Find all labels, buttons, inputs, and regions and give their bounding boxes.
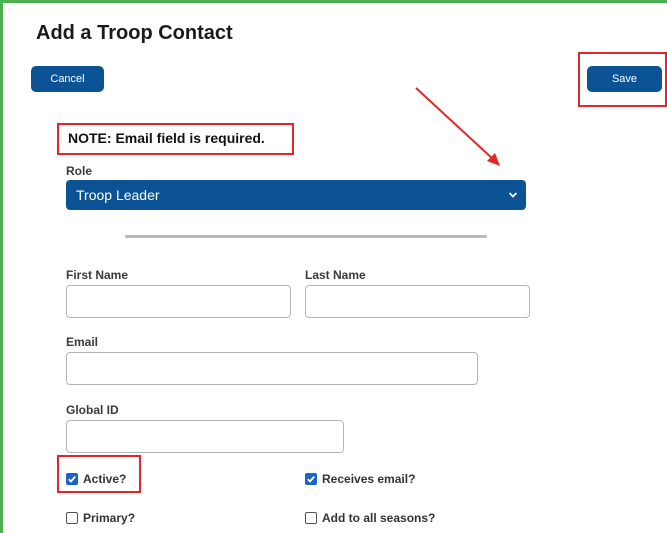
global-id-label: Global ID — [66, 403, 119, 417]
chevron-down-icon — [508, 180, 518, 221]
active-checkbox-label: Active? — [83, 472, 127, 486]
last-name-label: Last Name — [305, 268, 366, 282]
cancel-button[interactable]: Cancel — [31, 66, 104, 92]
primary-checkbox-label: Primary? — [83, 511, 136, 525]
add-to-all-seasons-checkbox[interactable]: Add to all seasons? — [305, 511, 435, 525]
section-divider — [125, 235, 487, 238]
role-label: Role — [66, 164, 93, 178]
receives-email-checkbox-label: Receives email? — [322, 472, 416, 486]
page-title: Add a Troop Contact — [36, 22, 233, 44]
add-to-all-seasons-checkbox-label: Add to all seasons? — [322, 511, 436, 525]
primary-checkbox[interactable]: Primary? — [66, 511, 135, 525]
active-checkbox[interactable]: Active? — [66, 472, 126, 486]
email-field[interactable] — [66, 352, 478, 385]
last-name-field[interactable] — [305, 285, 530, 318]
checkbox-unchecked-icon — [66, 512, 78, 524]
email-label: Email — [66, 335, 99, 349]
save-highlight-box — [578, 52, 667, 107]
checkbox-unchecked-icon — [305, 512, 317, 524]
checkbox-checked-icon — [305, 473, 317, 485]
role-selected-value: Troop Leader — [76, 187, 160, 203]
role-select[interactable]: Troop Leader — [66, 180, 526, 210]
checkbox-checked-icon — [66, 473, 78, 485]
receives-email-checkbox[interactable]: Receives email? — [305, 472, 415, 486]
global-id-field[interactable] — [66, 420, 344, 453]
required-note: NOTE: Email field is required. — [68, 130, 265, 146]
first-name-field[interactable] — [66, 285, 291, 318]
first-name-label: First Name — [66, 268, 129, 282]
